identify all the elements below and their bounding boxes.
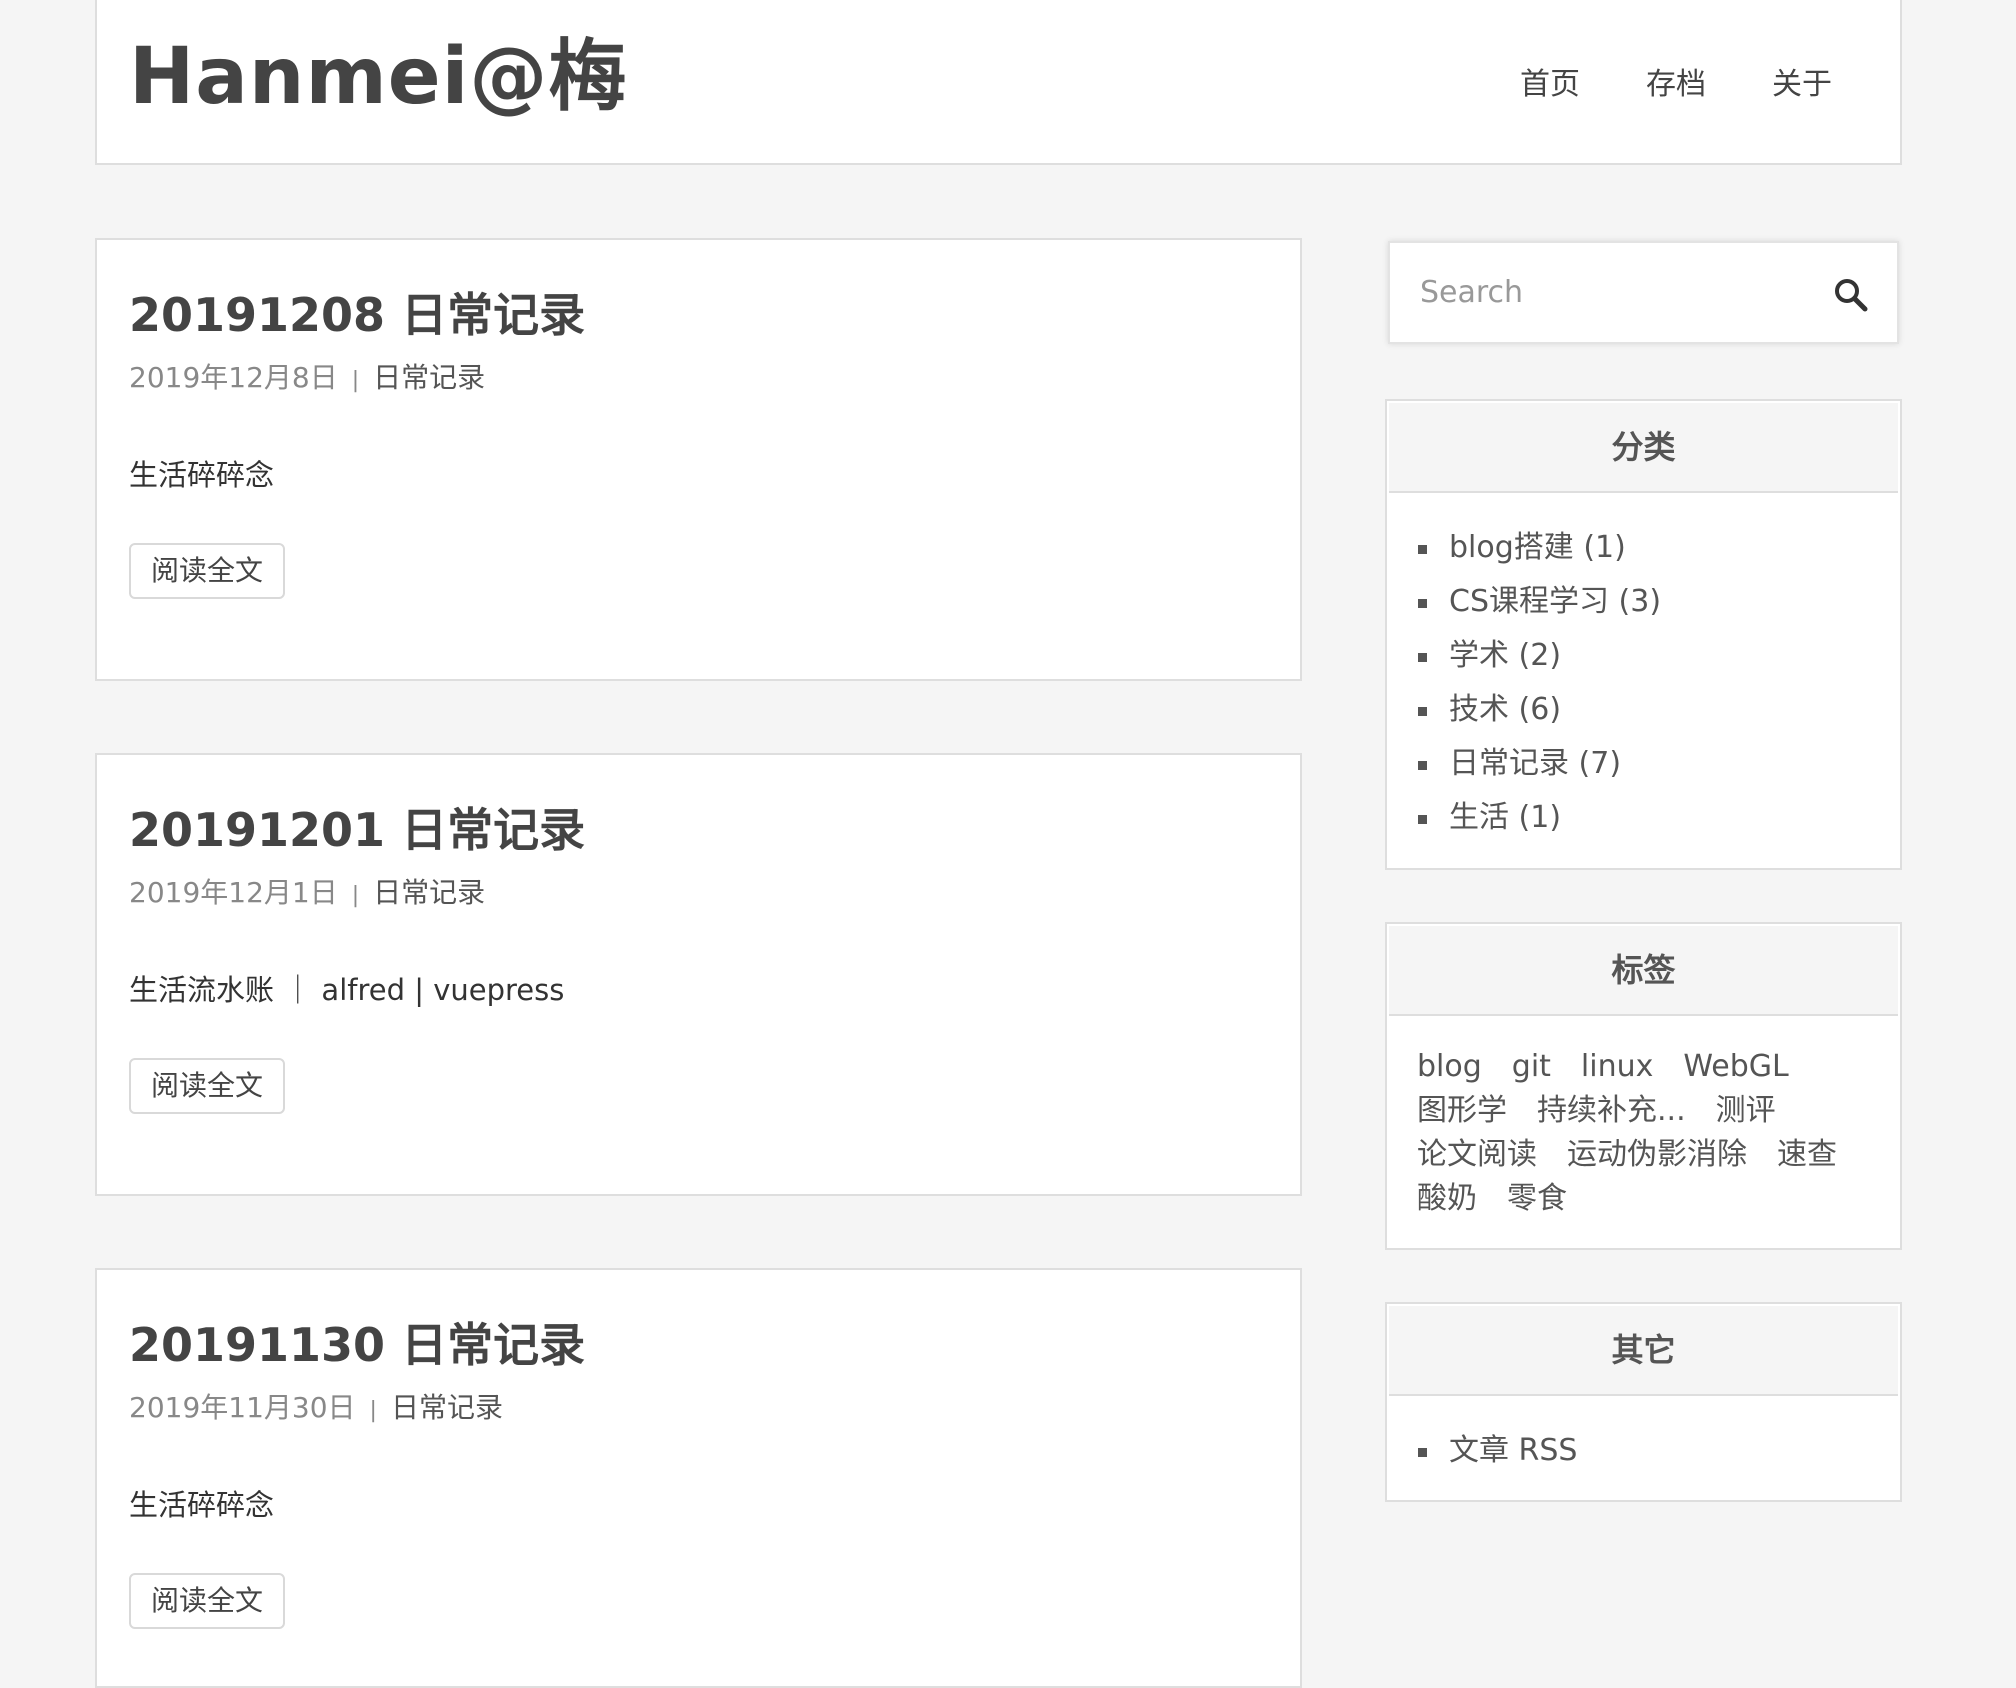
category-link[interactable]: 日常记录 (1449, 746, 1569, 781)
read-more-button[interactable]: 阅读全文 (129, 1058, 285, 1114)
read-more-button[interactable]: 阅读全文 (129, 543, 285, 599)
categories-widget: 分类 blog搭建 (1) CS课程学习 (3) 学术 (2) 技术 (6) 日… (1385, 399, 1902, 870)
post-meta: 2019年12月1日 | 日常记录 (129, 873, 485, 916)
bullet-icon (1418, 707, 1427, 716)
post-excerpt: 生活碎碎念 (129, 458, 275, 492)
post-category-link[interactable]: 日常记录 (391, 1391, 503, 1424)
category-count: (1) (1583, 530, 1626, 565)
bullet-icon (1418, 599, 1427, 608)
search-box (1388, 241, 1899, 344)
site-title[interactable]: Hanmei@梅 (129, 32, 627, 122)
category-link[interactable]: 生活 (1449, 800, 1509, 835)
tags-widget: 标签 blog git linux WebGL 图形学 持续补充... 测评 论… (1385, 922, 1902, 1250)
rss-link[interactable]: 文章 RSS (1449, 1433, 1577, 1468)
post-card: 20191130 日常记录 2019年11月30日 | 日常记录 生活碎碎念 阅读全… (95, 1268, 1302, 1688)
post-title[interactable]: 20191201 日常记录 (129, 800, 585, 860)
tag-link[interactable]: 酸奶 (1417, 1178, 1477, 1220)
nav-item-home[interactable]: 首页 (1520, 65, 1580, 105)
category-count: (6) (1518, 692, 1562, 727)
site-header: Hanmei@梅 首页 存档 关于 (95, 0, 1902, 165)
widget-title: 其它 (1389, 1306, 1898, 1396)
post-title[interactable]: 20191208 日常记录 (129, 285, 585, 345)
post-excerpt: 生活流水账 ｜ alfred | vuepress (129, 973, 565, 1007)
tag-link[interactable]: blog (1417, 1046, 1482, 1088)
tag-link[interactable]: git (1512, 1046, 1551, 1088)
post-date: 2019年12月8日 (129, 361, 338, 394)
other-list: 文章 RSS (1387, 1396, 1900, 1478)
post-date: 2019年12月1日 (129, 876, 338, 909)
tag-link[interactable]: linux (1581, 1046, 1653, 1088)
category-item: CS课程学习 (3) (1417, 575, 1900, 629)
meta-separator: | (351, 368, 360, 393)
category-count: (3) (1618, 584, 1662, 619)
tag-link[interactable]: 持续补充... (1537, 1090, 1686, 1132)
category-list: blog搭建 (1) CS课程学习 (3) 学术 (2) 技术 (6) 日常记录… (1387, 493, 1900, 845)
bullet-icon (1418, 1448, 1427, 1457)
category-count: (1) (1518, 800, 1562, 835)
post-card: 20191208 日常记录 2019年12月8日 | 日常记录 生活碎碎念 阅读全文 (95, 238, 1302, 681)
nav-item-archive[interactable]: 存档 (1646, 65, 1706, 105)
bullet-icon (1418, 815, 1427, 824)
tag-link[interactable]: WebGL (1683, 1046, 1788, 1088)
meta-separator: | (369, 1398, 377, 1423)
category-link[interactable]: 技术 (1449, 692, 1509, 727)
meta-separator: | (351, 883, 360, 908)
category-link[interactable]: blog搭建 (1449, 530, 1574, 565)
post-card: 20191201 日常记录 2019年12月1日 | 日常记录 生活流水账 ｜ al… (95, 753, 1302, 1196)
tag-link[interactable]: 测评 (1716, 1090, 1776, 1132)
main-nav: 首页 存档 关于 (1520, 65, 1832, 105)
search-icon[interactable] (1831, 275, 1871, 315)
widget-title: 标签 (1389, 926, 1898, 1016)
category-item: blog搭建 (1) (1417, 521, 1900, 575)
tag-link[interactable]: 速查 (1777, 1134, 1837, 1176)
post-excerpt: 生活碎碎念 (129, 1488, 275, 1522)
tag-link[interactable]: 论文阅读 (1417, 1134, 1537, 1176)
bullet-icon (1418, 545, 1427, 554)
tag-cloud: blog git linux WebGL 图形学 持续补充... 测评 论文阅读… (1387, 1016, 1900, 1220)
widget-title: 分类 (1389, 403, 1898, 493)
post-category-link[interactable]: 日常记录 (373, 361, 485, 394)
category-link[interactable]: CS课程学习 (1449, 584, 1609, 619)
nav-item-about[interactable]: 关于 (1772, 65, 1832, 105)
bullet-icon (1418, 653, 1427, 662)
category-item: 技术 (6) (1417, 683, 1900, 737)
category-item: 学术 (2) (1417, 629, 1900, 683)
category-count: (7) (1578, 746, 1622, 781)
post-meta: 2019年12月8日 | 日常记录 (129, 358, 485, 401)
search-input[interactable] (1390, 243, 1810, 342)
post-date: 2019年11月30日 (129, 1391, 356, 1424)
bullet-icon (1418, 761, 1427, 770)
post-meta: 2019年11月30日 | 日常记录 (129, 1388, 503, 1431)
tag-link[interactable]: 图形学 (1417, 1090, 1507, 1132)
category-count: (2) (1518, 638, 1562, 673)
tag-link[interactable]: 运动伪影消除 (1567, 1134, 1747, 1176)
post-category-link[interactable]: 日常记录 (373, 876, 485, 909)
category-item: 生活 (1) (1417, 791, 1900, 845)
tag-link[interactable]: 零食 (1507, 1178, 1567, 1220)
category-item: 日常记录 (7) (1417, 737, 1900, 791)
category-link[interactable]: 学术 (1449, 638, 1509, 673)
other-widget: 其它 文章 RSS (1385, 1302, 1902, 1502)
read-more-button[interactable]: 阅读全文 (129, 1573, 285, 1629)
other-item: 文章 RSS (1417, 1424, 1900, 1478)
post-title[interactable]: 20191130 日常记录 (129, 1315, 585, 1375)
